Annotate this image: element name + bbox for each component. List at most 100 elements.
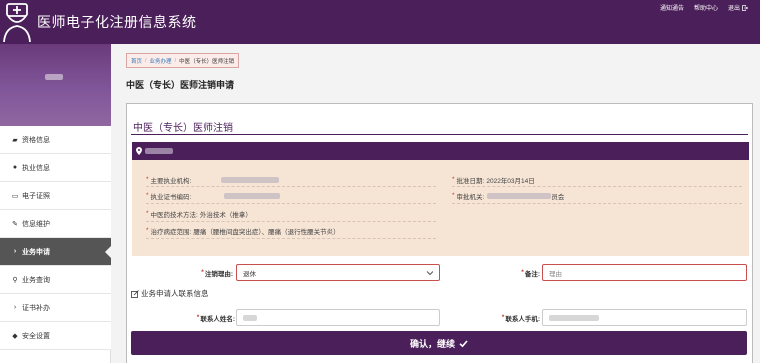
edit-icon: ✎ — [12, 220, 18, 228]
active-pointer-icon — [105, 246, 111, 258]
required-star: * — [196, 314, 200, 321]
sidebar-item-label: 业务申请 — [22, 248, 50, 256]
sidebar-item-reissue[interactable]: › 证书补办 — [0, 294, 111, 322]
user-banner — [0, 44, 111, 126]
method-value: 外治技术（推拿） — [199, 211, 252, 219]
page-title: 中医（专长）医师注销申请 — [126, 80, 235, 90]
breadcrumb-current: 中医（专长）医师注销 — [179, 58, 235, 65]
breadcrumb-home[interactable]: 首页 — [131, 57, 142, 65]
approve-org-suffix: 员会 — [551, 193, 565, 201]
sidebar: ▰ 资格信息 ● 执业信息 ▭ 电子证照 ✎ 信息维护 › 业务申请 ⚲ 业务查… — [0, 44, 111, 363]
logout-label: 退出 — [727, 6, 740, 12]
logout-link[interactable]: 退出 — [728, 3, 748, 12]
sidebar-item-security[interactable]: ◆ 安全设置 — [0, 322, 111, 350]
doctor-logo-icon — [3, 3, 31, 42]
reason-label: 注销理由: — [204, 270, 233, 278]
contact-phone-label: 联系人手机: — [505, 315, 540, 323]
reason-label-wrap: * 注销理由: — [180, 264, 233, 281]
main-org-redacted — [221, 176, 280, 183]
required-star: * — [201, 269, 204, 276]
cert-no-row: * 执业证书编码: — [146, 189, 281, 202]
confirm-label: 确认，继续 — [409, 338, 455, 349]
contact-phone-input[interactable] — [542, 309, 747, 326]
main-org-label: 主要执业机构: — [150, 177, 192, 185]
breadcrumb-separator: / — [145, 57, 147, 64]
remark-label-wrap: * 备注: — [500, 264, 540, 281]
sidebar-item-qualification[interactable]: ▰ 资格信息 — [0, 126, 111, 154]
sidebar-item-apply[interactable]: › 业务申请 — [0, 238, 111, 266]
sidebar-item-label: 资格信息 — [22, 136, 50, 144]
sidebar-item-label: 执业信息 — [22, 164, 50, 172]
breadcrumb-separator: / — [174, 57, 177, 64]
approve-date-label: 批准日期: — [456, 177, 485, 185]
app-title: 医师电子化注册信息系统 — [37, 14, 197, 30]
info-header — [132, 142, 749, 160]
bullet-star: * — [452, 176, 455, 183]
contact-name-label: 联系人姓名: — [200, 315, 235, 323]
breadcrumb: 首页 / 业务办理 / 中医（专长）医师注销 — [126, 53, 240, 68]
chevron-down-icon — [426, 271, 434, 276]
approve-org-redacted — [487, 192, 552, 199]
card-icon: ▭ — [11, 192, 19, 200]
scope-value: 腰痛（腰椎间盘突出症）、腰痛（退行性腰关节炎） — [193, 228, 340, 236]
sidebar-item-label: 证书补办 — [22, 304, 50, 312]
main-org-row: * 主要执业机构: — [146, 173, 280, 186]
contact-phone-label-wrap: * 联系人手机: — [480, 309, 540, 326]
search-icon: ⚲ — [12, 276, 18, 284]
contact-section-label: 业务申请人联系信息 — [141, 289, 209, 298]
info-body: * 主要执业机构: * 执业证书编码: * 中医药技术方法: 外治技术（推拿） … — [132, 160, 749, 256]
book-icon: ▰ — [12, 136, 18, 144]
user-name-redacted — [45, 74, 63, 80]
chevron-right-icon: › — [13, 248, 17, 255]
method-row: * 中医药技术方法: 外治技术（推拿） — [146, 207, 252, 220]
help-link[interactable]: 帮助中心 — [694, 3, 718, 12]
sidebar-item-e-license[interactable]: ▭ 电子证照 — [0, 182, 111, 210]
approve-org-row: * 审批机关: 员会 — [452, 189, 564, 202]
confirm-continue-button[interactable]: 确认，继续 — [131, 331, 747, 355]
contact-name-input[interactable] — [236, 309, 440, 326]
arrow-right-icon: › — [13, 304, 17, 311]
reason-selected-value: 退休 — [243, 270, 256, 278]
map-pin-icon — [136, 147, 142, 155]
sidebar-item-practice[interactable]: ● 执业信息 — [0, 154, 111, 182]
sidebar-item-label: 安全设置 — [22, 332, 50, 340]
approve-date-row: * 批准日期: 2022年03月14日 — [452, 173, 535, 186]
remark-input[interactable]: 理由 — [542, 264, 747, 281]
app-header: 医师电子化注册信息系统 通知通告 帮助中心 退出 — [0, 0, 760, 44]
bullet-star: * — [146, 176, 149, 183]
sidebar-item-label: 业务查询 — [22, 276, 50, 284]
users-icon: ● — [12, 164, 18, 171]
panel-divider — [131, 134, 748, 135]
breadcrumb-business[interactable]: 业务办理 — [150, 57, 172, 65]
scope-label: 治疗病症范围: — [150, 228, 192, 236]
bullet-star: * — [146, 227, 149, 234]
contact-name-redacted — [243, 314, 257, 321]
edit-icon — [131, 289, 139, 298]
reason-select[interactable]: 退休 — [236, 264, 440, 281]
sidebar-item-label: 信息维护 — [22, 220, 50, 228]
sidebar-item-label: 电子证照 — [22, 192, 50, 200]
sidebar-item-query[interactable]: ⚲ 业务查询 — [0, 266, 111, 294]
contact-section-title: 业务申请人联系信息 — [131, 288, 209, 299]
required-star: * — [521, 269, 524, 276]
notice-link[interactable]: 通知通告 — [660, 3, 684, 12]
remark-label: 备注: — [524, 270, 540, 278]
required-star: * — [501, 314, 505, 321]
sidebar-item-maintenance[interactable]: ✎ 信息维护 — [0, 210, 111, 238]
approve-date-value: 2022年03月14日 — [486, 177, 535, 185]
bullet-star: * — [146, 210, 149, 217]
method-label: 中医药技术方法: — [150, 211, 198, 219]
check-icon — [459, 339, 468, 347]
scope-row: * 治疗病症范围: 腰痛（腰椎间盘突出症）、腰痛（退行性腰关节炎） — [146, 224, 340, 237]
bullet-star: * — [146, 192, 149, 199]
shield-icon: ◆ — [12, 332, 18, 340]
bullet-star: * — [452, 192, 455, 199]
panel-title: 中医（专长）医师注销 — [133, 123, 233, 134]
cert-no-label: 执业证书编码: — [150, 193, 192, 201]
logout-icon — [742, 4, 748, 11]
top-links: 通知通告 帮助中心 退出 — [660, 3, 748, 12]
cert-no-redacted — [224, 192, 281, 199]
remark-placeholder: 理由 — [549, 270, 562, 278]
contact-phone-redacted — [549, 314, 599, 321]
contact-name-label-wrap: * 联系人姓名: — [170, 309, 235, 326]
